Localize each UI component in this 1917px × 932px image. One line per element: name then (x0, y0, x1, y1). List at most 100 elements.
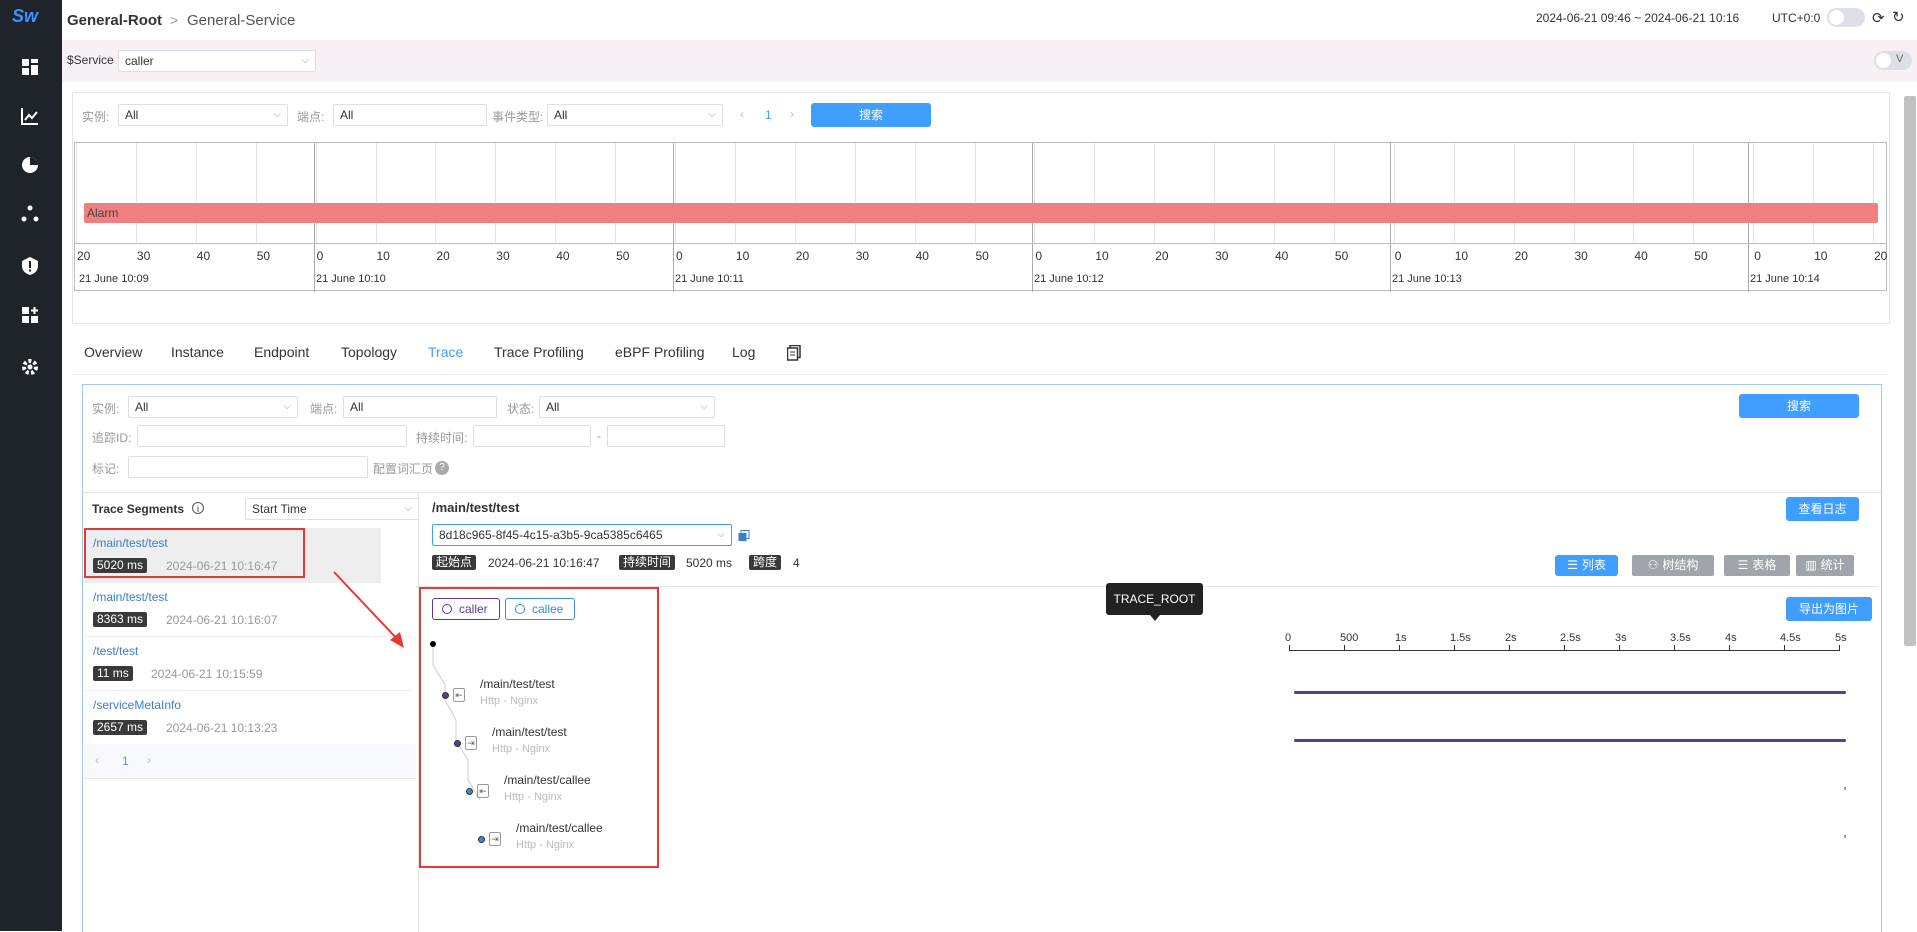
time-range[interactable]: 2024-06-21 09:46 ~ 2024-06-21 10:16 (1536, 11, 1739, 25)
edit-mode-toggle[interactable]: V (1874, 51, 1912, 70)
trace-endpoint-input[interactable]: All (343, 396, 497, 418)
copy-tab-icon[interactable] (786, 344, 801, 361)
pie-chart-icon[interactable] (18, 153, 42, 177)
next-page-icon[interactable]: › (147, 753, 151, 767)
event-instance-select[interactable]: All ⌵ (118, 104, 288, 126)
span-bar-1[interactable] (1294, 691, 1846, 694)
grid-line (1094, 143, 1096, 243)
prev-page-icon[interactable]: ‹ (740, 107, 744, 121)
timeline-date-label: 21 June 10:11 (675, 273, 744, 285)
export-image-button[interactable]: 导出为图片 (1786, 597, 1872, 621)
trace-instance-select[interactable]: All ⌵ (128, 396, 298, 418)
trace-id-input[interactable] (137, 425, 407, 447)
chevron-down-icon: ⌵ (301, 55, 309, 66)
grid-line (974, 143, 976, 243)
grid-line (1333, 143, 1335, 243)
timeline-tick-label: 50 (256, 249, 271, 263)
view-logs-button[interactable]: 查看日志 (1786, 497, 1859, 521)
view-label: 表格 (1752, 558, 1777, 572)
trace-search-button[interactable]: 搜索 (1739, 394, 1859, 418)
event-endpoint-input[interactable]: All (333, 104, 487, 126)
select-value: All (546, 400, 560, 414)
tab-instance[interactable]: Instance (171, 344, 224, 360)
timeline-tick-label: 20 (77, 249, 91, 263)
alarm-label: Alarm (87, 206, 119, 220)
timeline-axis-label: 2.5s (1560, 632, 1581, 644)
settings-icon[interactable] (18, 355, 42, 379)
variables-bar: $Service caller ⌵ V (62, 40, 1917, 82)
view-icon: ⚇ (1647, 558, 1659, 572)
reload-icon[interactable]: ↻ (1892, 8, 1905, 26)
copy-icon[interactable] (738, 530, 750, 542)
view-label: 列表 (1581, 558, 1606, 572)
grid-line (1513, 143, 1515, 243)
timeline-date-label: 21 June 10:13 (1392, 273, 1462, 285)
timeline-tick-label: 20 (436, 249, 450, 263)
page-number[interactable]: 1 (765, 108, 772, 122)
view-icon: ☰ (1567, 558, 1578, 572)
span-bar-4[interactable] (1844, 835, 1846, 838)
span-bar-3[interactable] (1844, 787, 1846, 790)
page-number[interactable]: 1 (122, 754, 129, 768)
prev-page-icon[interactable]: ‹ (95, 753, 99, 767)
info-icon[interactable]: i (192, 502, 204, 514)
grid-line (1573, 143, 1575, 243)
theme-toggle[interactable] (1827, 8, 1865, 27)
topology-icon[interactable] (18, 202, 42, 226)
duration-max-input[interactable] (607, 425, 725, 447)
help-icon[interactable]: ? (435, 461, 449, 475)
refresh-icon[interactable]: ⟳ (1872, 9, 1885, 27)
chevron-down-icon: ⌵ (404, 503, 412, 514)
timeline-tick-label: 20 (1874, 249, 1888, 263)
dashboard-icon[interactable] (18, 55, 42, 79)
timeline-date-label: 21 June 10:12 (1034, 273, 1104, 285)
segment-name: /test/test (93, 644, 139, 658)
segment-item[interactable]: /serviceMetaInfo 2657 ms 2024-06-21 10:13:… (84, 690, 412, 745)
tree-view-button[interactable]: ⚇ 树结构 (1632, 555, 1714, 576)
timeline-axis-label: 500 (1340, 632, 1359, 644)
timeline-tick-label: 40 (556, 249, 570, 263)
sort-select[interactable]: Start Time ⌵ (245, 498, 419, 520)
span-bar-2[interactable] (1294, 739, 1846, 742)
duration-tag: 持续时间 (619, 555, 676, 570)
timeline-date-label: 21 June 10:09 (79, 273, 149, 285)
breadcrumb-root[interactable]: General-Root (67, 12, 162, 29)
tab-ebpf-profiling[interactable]: eBPF Profiling (615, 344, 704, 360)
table-view-button[interactable]: ☰ 表格 (1724, 555, 1790, 576)
trace-status-select[interactable]: All ⌵ (539, 396, 715, 418)
tab-topology[interactable]: Topology (341, 344, 397, 360)
event-search-button[interactable]: 搜索 (811, 103, 931, 127)
chevron-down-icon: ⌵ (283, 401, 291, 412)
trace-title: /main/test/test (432, 500, 520, 515)
timeline-tick-label: 0 (1754, 249, 1761, 263)
statistics-button[interactable]: ▥ 统计 (1796, 555, 1854, 576)
chart-icon[interactable] (18, 104, 42, 128)
next-page-icon[interactable]: › (790, 107, 794, 121)
tab-overview[interactable]: Overview (84, 344, 142, 360)
select-value: Start Time (252, 502, 307, 516)
event-timeline[interactable]: Alarm 20 30 40 50 0 10 20 30 40 50 0 10 20 30 40 50 0 10 2… (74, 142, 1888, 292)
grid-line (315, 143, 317, 243)
breadcrumb-service[interactable]: General-Service (187, 12, 295, 29)
timeline-date-label: 21 June 10:10 (316, 273, 386, 285)
tab-trace-profiling[interactable]: Trace Profiling (494, 344, 584, 360)
duration-min-input[interactable] (473, 425, 591, 447)
list-view-button[interactable]: ☰ 列表 (1555, 555, 1618, 576)
tags-input[interactable] (128, 456, 368, 478)
add-widget-icon[interactable] (18, 303, 42, 327)
segment-duration-badge: 8363 ms (93, 612, 148, 627)
view-icon: ☰ (1737, 558, 1749, 572)
events-panel: 实例: All ⌵ 端点: All 事件类型: All ⌵ ‹ 1 › 搜索 Ala… (72, 92, 1890, 324)
page-scrollbar[interactable] (1904, 96, 1916, 646)
alarm-icon[interactable] (18, 254, 42, 278)
trace-id-select[interactable]: 8d18c965-8f45-4c15-a3b5-9ca5385c6465 ⌵ (432, 524, 732, 546)
timeline-axis-label: 4s (1725, 632, 1737, 644)
tags-help-link[interactable]: 配置词汇页 (373, 460, 433, 477)
tab-endpoint[interactable]: Endpoint (254, 344, 309, 360)
event-type-select[interactable]: All ⌵ (547, 104, 723, 126)
chevron-down-icon: ⌵ (700, 401, 708, 412)
service-select[interactable]: caller ⌵ (118, 50, 316, 72)
tab-log[interactable]: Log (732, 344, 755, 360)
alarm-bar[interactable]: Alarm (84, 203, 1878, 223)
tab-trace[interactable]: Trace (428, 344, 463, 360)
